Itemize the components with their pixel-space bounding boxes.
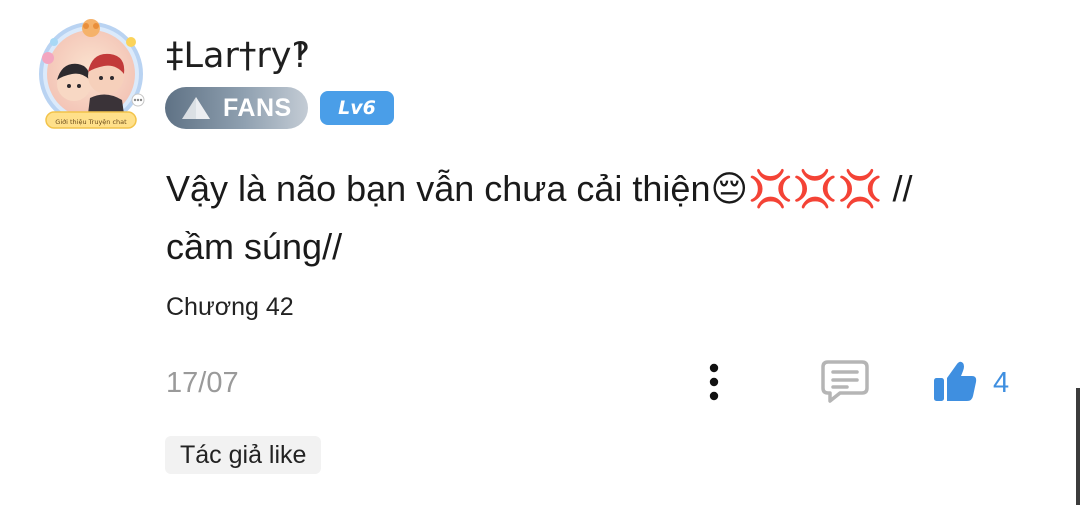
triangle-icon (182, 97, 210, 119)
more-vertical-icon[interactable] (702, 362, 726, 402)
badge-row: FANS Lv6 (165, 87, 394, 129)
user-avatar[interactable]: Giới thiệu Truyện chat (32, 14, 150, 132)
thumbs-up-icon[interactable] (930, 358, 980, 404)
comment-text-line2: cầm súng// (166, 226, 343, 267)
comment-text-line1-tail: // (882, 168, 913, 209)
comment-text-line1: Vậy là não bạn vẫn chưa cải thiện (166, 168, 711, 209)
fans-badge: FANS (165, 87, 308, 129)
comment-date: 17/07 (166, 367, 239, 399)
chapter-link[interactable]: Chương 42 (166, 290, 294, 324)
username[interactable]: ‡Lar†ry‽ (166, 34, 310, 78)
comment-emojis: 😔💢💢💢 (710, 169, 883, 210)
author-liked-tag: Tác giả like (165, 436, 322, 474)
scrollbar-edge (1076, 388, 1080, 505)
like-count: 4 (993, 367, 1010, 399)
fans-badge-label: FANS (223, 93, 292, 122)
comment-icon[interactable] (820, 358, 870, 404)
level-badge: Lv6 (320, 91, 394, 125)
comment-text: Vậy là não bạn vẫn chưa cải thiện😔💢💢💢 //… (166, 160, 1006, 275)
avatar-caption: Giới thiệu Truyện chat (55, 118, 127, 126)
